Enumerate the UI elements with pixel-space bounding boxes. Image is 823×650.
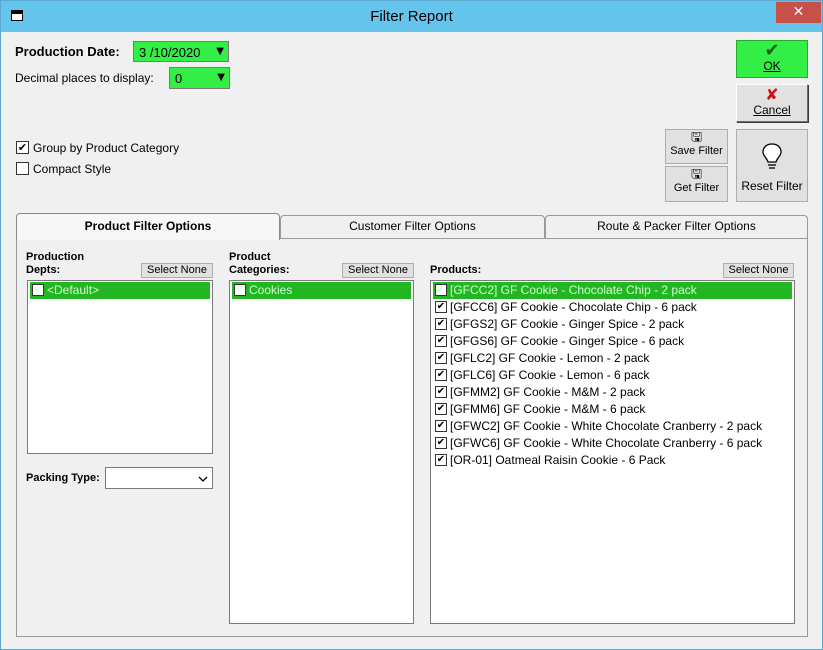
- item-checkbox[interactable]: ✔: [435, 403, 447, 415]
- save-filter-button[interactable]: 🖫 Save Filter: [665, 129, 728, 164]
- chevron-down-icon[interactable]: ▼: [217, 72, 225, 83]
- item-checkbox[interactable]: ✔: [435, 335, 447, 347]
- cancel-x-icon: ✘: [765, 85, 779, 104]
- checkmark-icon: ✔: [764, 40, 780, 61]
- chevron-down-icon[interactable]: [198, 476, 208, 482]
- item-checkbox[interactable]: ✔: [435, 352, 447, 364]
- list-item[interactable]: ✔ [GFCC2] GF Cookie - Chocolate Chip - 2 …: [433, 282, 792, 299]
- get-disk-icon: 🖫: [690, 167, 703, 182]
- reset-filter-label: Reset Filter: [741, 179, 803, 193]
- list-item[interactable]: ✔ Cookies: [232, 282, 411, 299]
- save-filter-label: Save Filter: [670, 145, 723, 157]
- production-date-label: Production Date:: [15, 44, 120, 59]
- decimal-places-value: 0: [175, 71, 183, 86]
- categories-list[interactable]: ✔ Cookies: [229, 280, 414, 624]
- item-checkbox[interactable]: ✔: [435, 454, 447, 466]
- categories-label-line1: Product: [229, 251, 271, 263]
- product-filter-panel: Production Depts: Select None ✔ <Default…: [16, 238, 808, 637]
- item-checkbox[interactable]: ✔: [435, 369, 447, 381]
- categories-select-none-button[interactable]: Select None: [342, 263, 414, 278]
- decimal-places-select[interactable]: 0 ▼: [169, 67, 230, 89]
- close-button[interactable]: ✕: [776, 2, 821, 23]
- item-checkbox[interactable]: ✔: [234, 284, 246, 296]
- chevron-down-icon[interactable]: ▼: [216, 46, 224, 57]
- title-bar[interactable]: Filter Report ✕: [1, 1, 822, 32]
- item-checkbox[interactable]: ✔: [435, 284, 447, 296]
- list-item[interactable]: ✔ <Default>: [30, 282, 210, 299]
- production-date-picker[interactable]: 3 /10/2020 ▼: [133, 41, 229, 62]
- tab-route-packer-filter[interactable]: Route & Packer Filter Options: [545, 215, 808, 238]
- dialog-body: Production Date: 3 /10/2020 ▼ Decimal pl…: [1, 32, 822, 649]
- item-checkbox[interactable]: ✔: [435, 318, 447, 330]
- cancel-button[interactable]: ✘ Cancel: [736, 84, 808, 122]
- depts-select-none-button[interactable]: Select None: [141, 263, 213, 278]
- group-by-checkbox[interactable]: ✔: [16, 141, 29, 154]
- packing-type-select[interactable]: [105, 467, 213, 489]
- cancel-label: Cancel: [753, 103, 791, 117]
- item-checkbox[interactable]: ✔: [435, 420, 447, 432]
- compact-style-checkbox[interactable]: [16, 162, 29, 175]
- item-checkbox[interactable]: ✔: [435, 386, 447, 398]
- depts-label-line2: Depts:: [26, 264, 61, 276]
- compact-style-label: Compact Style: [33, 162, 112, 176]
- save-disk-icon: 🖫: [690, 130, 703, 145]
- tab-product-filter[interactable]: Product Filter Options: [16, 213, 280, 240]
- categories-label-line2: Categories:: [229, 264, 290, 276]
- depts-label-line1: Production: [26, 251, 85, 263]
- get-filter-button[interactable]: 🖫 Get Filter: [665, 166, 728, 202]
- item-checkbox[interactable]: ✔: [435, 301, 447, 313]
- filter-report-window: Filter Report ✕ Production Date: 3 /10/2…: [0, 0, 823, 650]
- packing-type-label: Packing Type:: [26, 472, 100, 484]
- products-list[interactable]: ✔ [GFCC2] GF Cookie - Chocolate Chip - 2 …: [430, 280, 795, 624]
- ok-label: OK: [763, 59, 781, 73]
- lightbulb-icon: [762, 143, 782, 169]
- reset-filter-button[interactable]: Reset Filter: [736, 129, 808, 202]
- tab-customer-filter[interactable]: Customer Filter Options: [280, 215, 545, 238]
- item-checkbox[interactable]: ✔: [32, 284, 44, 296]
- products-label: Products:: [430, 264, 482, 276]
- group-by-label: Group by Product Category: [33, 141, 180, 155]
- depts-list[interactable]: ✔ <Default>: [27, 280, 213, 454]
- ok-button[interactable]: ✔ OK: [736, 40, 808, 78]
- production-date-value: 3 /10/2020: [139, 45, 201, 60]
- decimal-places-label: Decimal places to display:: [15, 71, 154, 85]
- get-filter-label: Get Filter: [673, 182, 720, 194]
- window-title: Filter Report: [370, 8, 453, 25]
- item-checkbox[interactable]: ✔: [435, 437, 447, 449]
- products-select-none-button[interactable]: Select None: [723, 263, 794, 278]
